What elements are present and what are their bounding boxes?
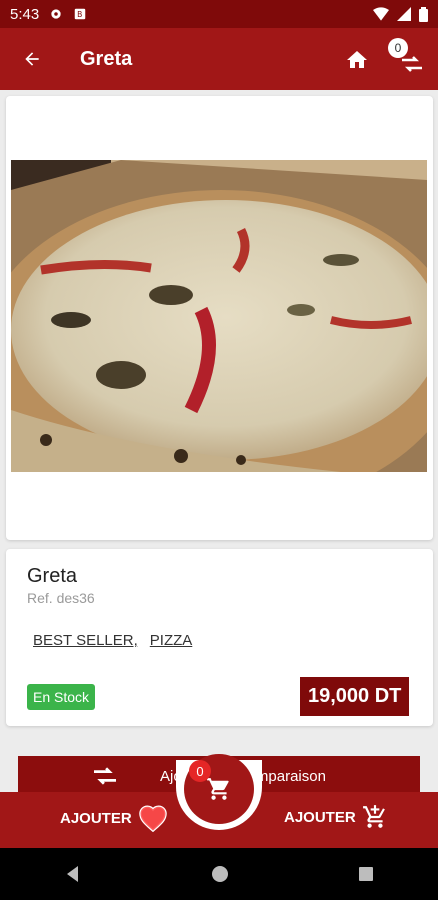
settings-icon	[51, 9, 61, 19]
status-bar: 5:43 B	[0, 0, 438, 28]
nav-back-icon[interactable]	[64, 865, 82, 883]
page-title: Greta	[80, 47, 133, 70]
cart-count-badge: 0	[189, 760, 211, 782]
wifi-icon	[373, 7, 389, 21]
home-icon	[347, 51, 367, 68]
product-info-card: Greta Ref. des36 BEST SELLER, PIZZA En S…	[6, 549, 433, 726]
cart-fab-container: 0	[176, 754, 262, 830]
signal-icon	[397, 7, 411, 21]
category-link-pizza[interactable]: PIZZA	[150, 632, 193, 649]
product-image[interactable]	[11, 160, 427, 472]
product-reference: Ref. des36	[27, 590, 95, 606]
status-time: 5:43	[10, 5, 40, 23]
add-to-cart-button[interactable]: AJOUTER	[284, 804, 388, 830]
compare-header-button[interactable]: 0	[386, 38, 426, 78]
battery-icon	[419, 6, 428, 22]
cart-icon	[207, 778, 229, 800]
add-to-favorites-label: AJOUTER	[60, 809, 132, 827]
stock-badge: En Stock	[27, 684, 96, 710]
category-link-best-seller[interactable]: BEST SELLER,	[33, 632, 138, 649]
svg-text:B: B	[77, 10, 82, 19]
app-bar: Greta 0	[0, 28, 438, 90]
back-icon	[25, 52, 39, 66]
nav-recents-icon[interactable]	[358, 866, 374, 882]
compare-icon	[402, 56, 422, 72]
product-image-card	[6, 96, 433, 540]
notification-icon: B	[74, 8, 86, 20]
cart-add-icon	[362, 805, 385, 828]
add-to-favorites-button[interactable]: AJOUTER	[60, 804, 168, 832]
heart-icon	[138, 805, 167, 832]
system-nav-bar	[0, 848, 438, 900]
add-to-cart-label: AJOUTER	[284, 808, 356, 826]
product-price: 19,000 DT	[300, 677, 410, 716]
product-categories: BEST SELLER, PIZZA	[33, 632, 192, 649]
back-button[interactable]	[0, 28, 64, 90]
product-name: Greta	[27, 565, 78, 587]
home-button[interactable]	[340, 43, 374, 77]
compare-icon	[94, 767, 116, 785]
nav-home-icon[interactable]	[211, 865, 229, 883]
